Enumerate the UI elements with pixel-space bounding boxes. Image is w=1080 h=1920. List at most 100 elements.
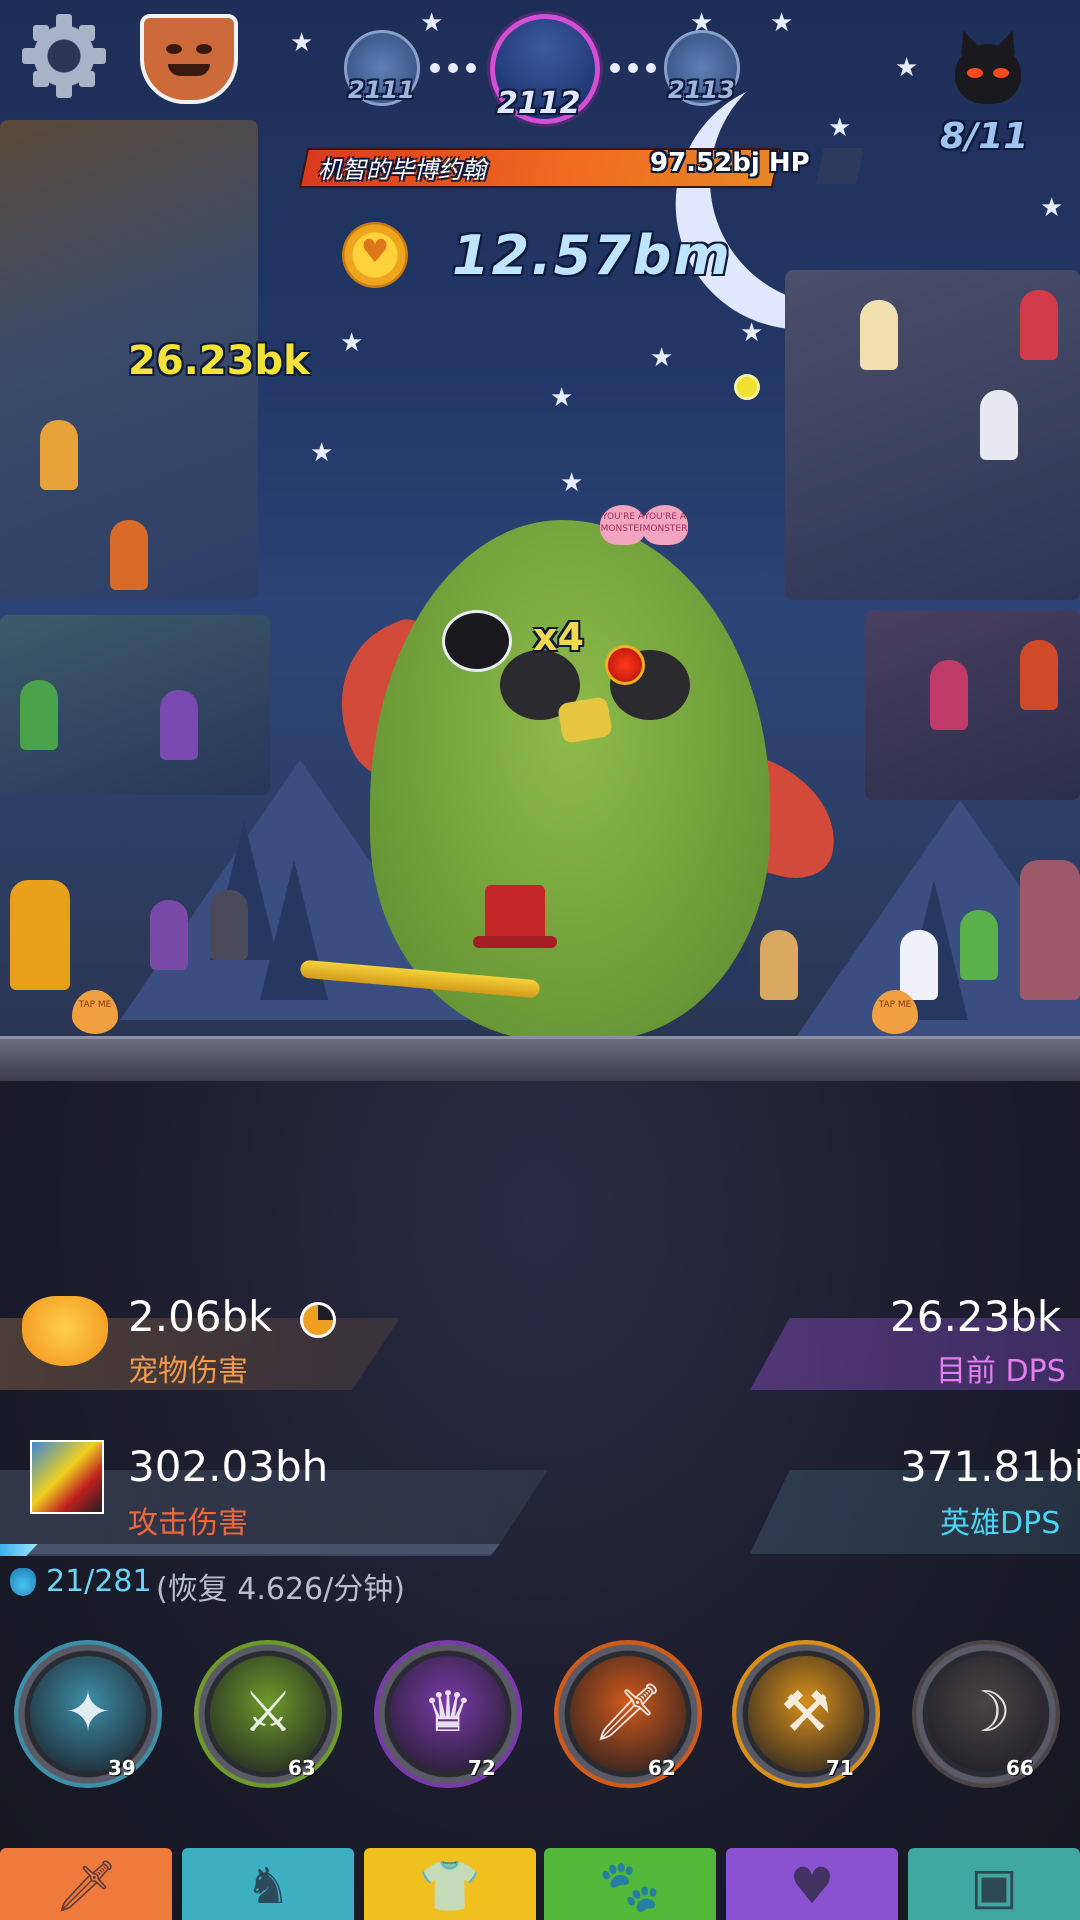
tap-damage-label: 攻击伤害 [128, 1506, 248, 1541]
boss-devil-icon[interactable] [955, 44, 1021, 104]
skill-button[interactable]: ⚔ 63 [194, 1640, 342, 1788]
gear-icon[interactable] [22, 14, 106, 98]
stage-dot [646, 63, 656, 73]
star: ★ [310, 438, 334, 468]
current-dps-value: 26.23bk [890, 1292, 1062, 1341]
skill-level: 62 [648, 1756, 676, 1780]
hero-character [860, 300, 898, 370]
hero-character [20, 680, 58, 750]
stage-dot [466, 63, 476, 73]
stage-current-label: 2112 [497, 86, 581, 121]
sword-master-avatar[interactable] [30, 1440, 104, 1514]
star: ★ [770, 8, 794, 38]
skill-glyph: ⚒ [780, 1680, 832, 1745]
tap-me-heart[interactable]: TAP ME [72, 990, 118, 1034]
current-dps-label-en: DPS [1005, 1354, 1066, 1389]
boss-name: 机智的毕博约翰 [318, 156, 486, 184]
tab-2[interactable]: 👕 [364, 1848, 536, 1920]
stage-next-label: 2113 [668, 76, 735, 104]
sword-tab-icon: 🗡 [54, 1857, 118, 1915]
shop-tab-icon: ▣ [970, 1857, 1018, 1915]
skill-button[interactable]: ⚒ 71 [732, 1640, 880, 1788]
equipment-tab-icon: 👕 [418, 1857, 482, 1915]
star: ★ [740, 318, 764, 348]
floating-damage-text: 26.23bk [128, 338, 310, 384]
heroes-tab-icon: ♞ [245, 1857, 291, 1915]
skill-button[interactable]: ♛ 72 [374, 1640, 522, 1788]
stage-dot [628, 63, 638, 73]
hero-character [40, 420, 78, 490]
skill-button[interactable]: ☽ 66 [912, 1640, 1060, 1788]
hero-character [150, 900, 188, 970]
hero-character [1020, 640, 1058, 710]
boss-hp-amount: 97.52bj [650, 148, 760, 178]
speech-bubble: YOU'RE A MONSTER [600, 505, 646, 545]
hero-character [160, 690, 198, 760]
star: ★ [340, 328, 364, 358]
wave-counter: 8/11 [940, 116, 1029, 157]
fireball [605, 645, 645, 685]
hero-character [900, 930, 938, 1000]
skill-glyph: ⚔ [242, 1680, 294, 1745]
hero-dps-value: 371.81bi [900, 1442, 1080, 1491]
gold-amount: 12.57bm [452, 224, 732, 287]
boss-hp-bar-missing [816, 148, 864, 184]
star: ★ [290, 28, 314, 58]
hero-character [760, 930, 798, 1000]
boss-monster[interactable] [370, 520, 770, 1040]
hero-character [1020, 860, 1080, 1000]
stage-dot [448, 63, 458, 73]
tap-damage-value: 302.03bh [128, 1442, 329, 1491]
tab-1[interactable]: ♞ [182, 1848, 354, 1920]
skill-glyph: ♛ [422, 1680, 474, 1745]
skill-button[interactable]: 🗡 62 [554, 1640, 702, 1788]
pets-tab-icon: 🐾 [598, 1857, 662, 1915]
mana-potion-icon [10, 1568, 36, 1596]
star: ★ [420, 8, 444, 38]
current-dps-label-cn: 目前 [936, 1354, 996, 1389]
stage-dot [430, 63, 440, 73]
hero-character [1020, 290, 1058, 360]
tab-4[interactable]: ♥ [726, 1848, 898, 1920]
hero-character [980, 390, 1018, 460]
skill-glyph: 🗡 [592, 1680, 664, 1745]
devil-icon [442, 610, 512, 672]
tab-0[interactable]: 🗡 [0, 1848, 172, 1920]
hero-character [960, 910, 998, 980]
sword-master-hat [473, 885, 557, 948]
tap-me-heart[interactable]: TAP ME [872, 990, 918, 1034]
hero-character [930, 660, 968, 730]
clan-tab-icon: ♥ [789, 1857, 835, 1915]
pet-damage-label: 宠物伤害 [128, 1354, 248, 1389]
pet-avatar[interactable] [22, 1296, 108, 1366]
boss-hp-value: 97.52bj HP [650, 148, 810, 178]
hero-dps-label: 英雄DPS [940, 1506, 1061, 1541]
skill-level: 66 [1006, 1756, 1034, 1780]
pet-cooldown-timer [300, 1302, 336, 1338]
pet-damage-value: 2.06bk [128, 1292, 273, 1341]
skill-button[interactable]: ✦ 39 [14, 1640, 162, 1788]
star: ★ [895, 53, 919, 83]
mana-current: 21/281 [46, 1564, 152, 1599]
gold-drop[interactable] [734, 374, 760, 400]
boss-hp-unit: HP [768, 148, 810, 178]
star: ★ [560, 468, 584, 498]
skill-glyph: ☽ [960, 1680, 1012, 1745]
boss-shield-icon[interactable] [140, 14, 238, 104]
hero-character [210, 890, 248, 960]
star: ★ [828, 113, 852, 143]
skill-level: 63 [288, 1756, 316, 1780]
tab-5[interactable]: ▣ [908, 1848, 1080, 1920]
mana-regen: (恢复 4.626/分钟) [156, 1572, 405, 1607]
hero-character [110, 520, 148, 590]
skill-level: 72 [468, 1756, 496, 1780]
hero-character [10, 880, 70, 990]
mana-progress-track [0, 1544, 500, 1556]
star: ★ [650, 343, 674, 373]
stage-previous-label: 2111 [348, 76, 415, 104]
tab-3[interactable]: 🐾 [544, 1848, 716, 1920]
star: ★ [1040, 193, 1064, 223]
speech-bubble: YOU'RE A MONSTER [642, 505, 688, 545]
combo-multiplier: x4 [533, 615, 584, 659]
stone-path [0, 1036, 1080, 1081]
